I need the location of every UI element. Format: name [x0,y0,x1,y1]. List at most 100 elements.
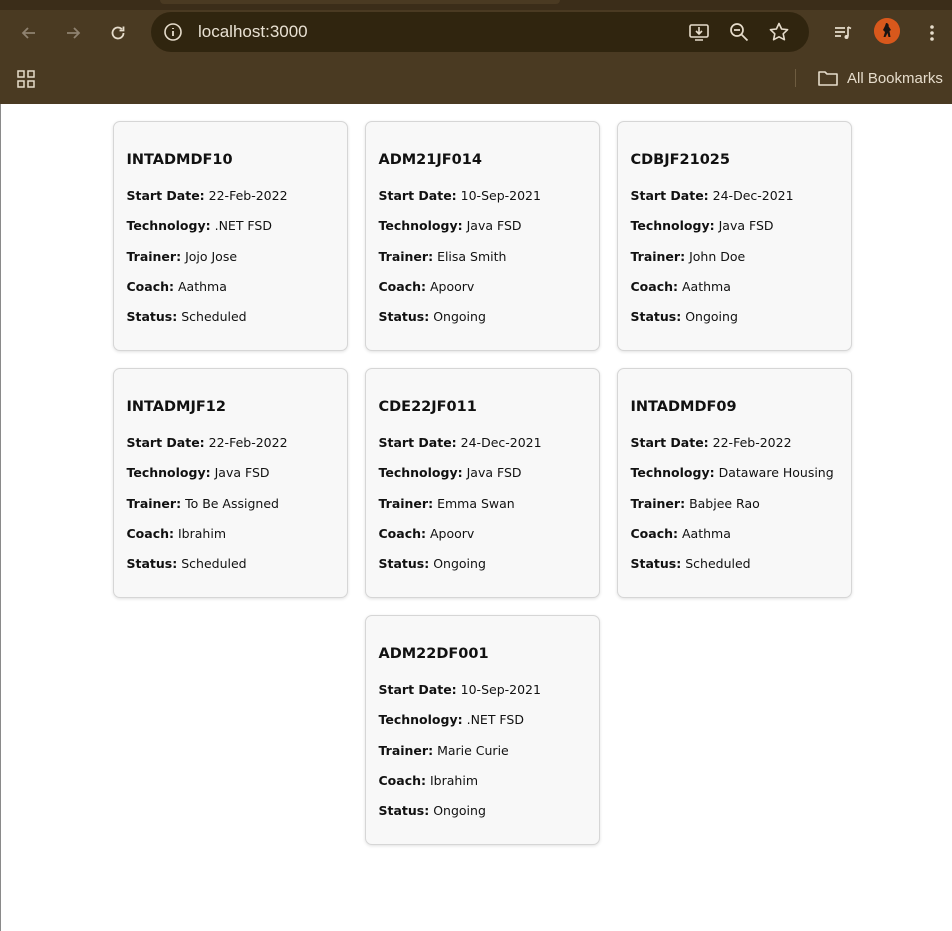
arrow-left-icon [21,27,35,39]
bookmarks-divider [795,69,796,87]
cohort-card: ADM21JF014 Start Date: 10-Sep-2021 Techn… [364,121,600,351]
trainer-row: Trainer: John Doe [631,247,839,267]
trainer-label: Trainer: [378,495,434,511]
coach-label: Coach: [378,278,427,294]
technology-label: Technology: [378,218,463,234]
start-date-label: Start Date: [378,435,457,450]
trainer-value: Jojo Jose [185,248,238,264]
start-date-value: 22-Feb-2022 [712,435,792,450]
technology-row: Technology: .NET FSD [127,216,335,236]
folder-icon [818,71,838,86]
apps-button[interactable] [11,64,41,94]
start-date-label: Start Date: [378,188,457,203]
coach-row: Coach: Ibrahim [379,771,587,791]
more-vertical-icon [930,25,934,41]
start-date-value: 24-Dec-2021 [712,188,794,203]
reload-button[interactable] [103,18,133,48]
install-app-icon[interactable] [687,20,711,44]
start-date-row: Start Date: 22-Feb-2022 [127,186,335,206]
reload-icon [111,26,125,40]
trainer-value: Marie Curie [437,742,509,758]
site-info-icon[interactable] [161,20,185,44]
zoom-icon[interactable] [727,20,751,44]
start-date-row: Start Date: 22-Feb-2022 [631,433,839,453]
status-value: Ongoing [433,556,486,572]
trainer-row: Trainer: Jojo Jose [127,247,335,267]
technology-value: .NET FSD [466,712,524,728]
cohort-card: ADM22DF001 Start Date: 10-Sep-2021 Techn… [364,615,600,845]
trainer-row: Trainer: To Be Assigned [127,494,335,514]
media-controls-button[interactable] [828,18,858,48]
active-tab-edge[interactable] [160,0,560,4]
start-date-row: Start Date: 10-Sep-2021 [379,680,587,700]
technology-row: Technology: Java FSD [379,216,587,236]
technology-label: Technology: [630,465,715,481]
coach-value: Aathma [682,525,731,541]
coach-value: Apoorv [430,525,475,541]
status-row: Status: Ongoing [379,554,587,574]
status-row: Status: Scheduled [631,554,839,574]
back-button[interactable] [14,18,44,48]
coach-label: Coach: [126,525,175,541]
trainer-row: Trainer: Elisa Smith [379,247,587,267]
coach-value: Ibrahim [430,772,478,788]
status-value: Scheduled [181,309,247,325]
technology-row: Technology: Java FSD [379,463,587,483]
trainer-value: Elisa Smith [437,248,507,264]
trainer-label: Trainer: [378,742,434,758]
status-value: Scheduled [685,556,751,572]
technology-value: Java FSD [718,218,774,234]
trainer-label: Trainer: [630,495,686,511]
coach-label: Coach: [630,525,679,541]
coach-label: Coach: [378,525,427,541]
cohort-code: INTADMDF09 [630,399,737,415]
apps-grid-icon [17,70,35,88]
status-row: Status: Scheduled [127,307,335,327]
technology-label: Technology: [126,465,211,481]
status-label: Status: [630,556,682,572]
start-date-row: Start Date: 22-Feb-2022 [127,433,335,453]
start-date-value: 24-Dec-2021 [460,435,542,450]
status-value: Scheduled [181,556,247,572]
trainer-row: Trainer: Emma Swan [379,494,587,514]
start-date-row: Start Date: 24-Dec-2021 [379,433,587,453]
start-date-value: 22-Feb-2022 [208,188,288,203]
status-label: Status: [378,556,430,572]
start-date-value: 10-Sep-2021 [460,188,541,203]
start-date-label: Start Date: [630,435,709,450]
technology-value: Java FSD [466,218,522,234]
cohort-code: INTADMDF10 [126,152,233,168]
status-label: Status: [630,309,682,325]
trainer-row: Trainer: Marie Curie [379,741,587,761]
forward-button[interactable] [58,18,88,48]
status-value: Ongoing [433,309,486,325]
cohort-code: ADM22DF001 [378,646,489,662]
start-date-label: Start Date: [630,188,709,203]
technology-label: Technology: [630,218,715,234]
technology-row: Technology: Dataware Housing [631,463,839,483]
address-bar[interactable]: localhost:3000 [151,12,809,52]
start-date-label: Start Date: [126,435,205,450]
technology-row: Technology: Java FSD [127,463,335,483]
technology-row: Technology: Java FSD [631,216,839,236]
trainer-value: Emma Swan [437,495,515,511]
all-bookmarks-button[interactable]: All Bookmarks [817,66,943,90]
browser-menu-button[interactable] [917,18,947,48]
cohort-card: INTADMDF10 Start Date: 22-Feb-2022 Techn… [112,121,348,351]
technology-value: Dataware Housing [718,465,834,481]
coach-label: Coach: [126,278,175,294]
status-label: Status: [126,309,178,325]
bookmark-star-icon[interactable] [767,20,791,44]
coach-value: Aathma [178,278,227,294]
start-date-label: Start Date: [378,682,457,697]
technology-label: Technology: [126,218,211,234]
url-text[interactable]: localhost:3000 [198,22,308,42]
browser-chrome: localhost:3000 All Bookmarks [0,0,952,104]
profile-avatar[interactable] [874,18,900,44]
playlist-icon [835,26,852,39]
cohort-card: INTADMDF09 Start Date: 22-Feb-2022 Techn… [616,368,852,598]
trainer-value: Babjee Rao [689,495,760,511]
start-date-row: Start Date: 10-Sep-2021 [379,186,587,206]
coach-row: Coach: Aathma [127,277,335,297]
avatar-image [874,18,900,44]
